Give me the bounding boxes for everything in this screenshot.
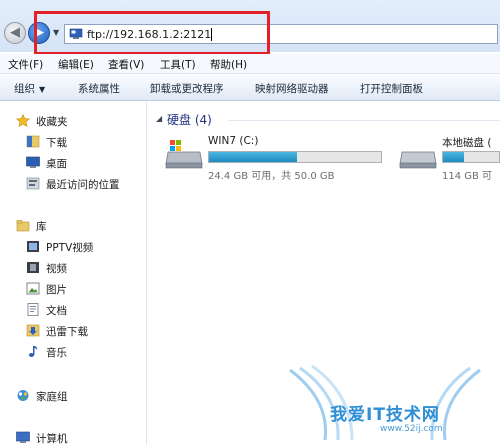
drive-usage-fill [443, 152, 465, 162]
organize-label: 组织 [14, 83, 35, 95]
nav-item-recent-places[interactable]: 最近访问的位置 [0, 175, 146, 193]
annotation-highlight-box [34, 11, 270, 55]
recent-places-icon [26, 177, 40, 190]
drive-local[interactable]: 本地磁盘 ( 114 GB 可 [398, 132, 500, 182]
nav-item-videos[interactable]: 视频 [0, 259, 146, 277]
nav-item-pictures[interactable]: 图片 [0, 280, 146, 298]
chevron-down-icon: ▼ [39, 85, 46, 94]
nav-label: 库 [36, 221, 47, 233]
nav-label: 最近访问的位置 [46, 179, 120, 191]
star-icon [16, 114, 30, 127]
nav-label: PPTV视频 [46, 242, 94, 254]
nav-label: 下载 [46, 137, 67, 149]
open-control-panel-button[interactable]: 打开控制面板 [360, 81, 423, 96]
desktop-icon [26, 156, 40, 168]
menu-view[interactable]: 查看(V) [108, 57, 144, 72]
group-title: 硬盘 (4) [167, 113, 212, 127]
toolbar: 组织 ▼ 系统属性 卸载或更改程序 映射网络驱动器 打开控制面板 [0, 75, 500, 101]
map-network-drive-button[interactable]: 映射网络驱动器 [255, 81, 329, 96]
document-icon [27, 303, 39, 316]
watermark-url: www.52ij.com [380, 424, 443, 434]
nav-label: 图片 [46, 284, 67, 296]
nav-label: 家庭组 [36, 391, 68, 403]
downloads-folder-icon [26, 135, 40, 148]
menu-edit[interactable]: 编辑(E) [58, 57, 94, 72]
drive-name: 本地磁盘 ( [442, 137, 492, 149]
nav-item-libraries[interactable]: 库 [0, 217, 146, 235]
site-watermark: 我爱IT技术网 www.52ij.com [270, 360, 500, 445]
picture-icon [26, 282, 40, 295]
drive-free-space: 114 GB 可 [442, 171, 493, 182]
menu-tools[interactable]: 工具(T) [160, 57, 196, 72]
nav-item-thunder[interactable]: 迅雷下载 [0, 322, 146, 340]
drive-usage-bar [208, 151, 382, 163]
nav-label: 桌面 [46, 158, 67, 170]
video-library-icon [27, 241, 39, 252]
nav-label: 文档 [46, 305, 67, 317]
nav-item-downloads[interactable]: 下载 [0, 133, 146, 151]
nav-item-favorites[interactable]: 收藏夹 [0, 112, 146, 130]
nav-label: 视频 [46, 263, 67, 275]
nav-label: 音乐 [46, 347, 67, 359]
hard-drive-icon [399, 151, 437, 169]
back-button[interactable]: ◀ [4, 22, 26, 44]
music-note-icon [29, 346, 38, 357]
windows-drive-icon [165, 140, 203, 169]
address-row: ◀ ▶ ▼ ftp://192.168.1.2:2121 [0, 0, 500, 55]
back-arrow-icon: ◀ [10, 25, 20, 40]
drive-usage-fill [209, 152, 297, 162]
nav-item-documents[interactable]: 文档 [0, 301, 146, 319]
nav-item-desktop[interactable]: 桌面 [0, 154, 146, 172]
drive-name: WIN7 (C:) [208, 135, 259, 147]
download-folder-icon [26, 324, 40, 337]
nav-label: 计算机 [36, 433, 68, 445]
nav-item-computer[interactable]: 计算机 [0, 429, 146, 445]
nav-item-music[interactable]: 音乐 [0, 343, 146, 361]
computer-icon [16, 431, 30, 443]
nav-item-pptv[interactable]: PPTV视频 [0, 238, 146, 256]
library-icon [16, 220, 30, 232]
menu-help[interactable]: 帮助(H) [210, 57, 247, 72]
collapse-triangle-icon[interactable]: ◢ [156, 114, 162, 123]
nav-item-homegroup[interactable]: 家庭组 [0, 387, 146, 405]
organize-button[interactable]: 组织 ▼ [14, 81, 45, 96]
watermark-text: 我爱IT技术网 [330, 405, 440, 425]
nav-label: 收藏夹 [36, 116, 68, 128]
system-properties-button[interactable]: 系统属性 [78, 81, 120, 96]
nav-label: 迅雷下载 [46, 326, 88, 338]
drive-free-space: 24.4 GB 可用，共 50.0 GB [208, 171, 335, 182]
menu-bar: 文件(F) 编辑(E) 查看(V) 工具(T) 帮助(H) [0, 54, 500, 74]
menu-file[interactable]: 文件(F) [8, 57, 43, 72]
drive-c[interactable]: WIN7 (C:) 24.4 GB 可用，共 50.0 GB [164, 132, 394, 182]
homegroup-icon [17, 390, 29, 401]
navigation-pane: 收藏夹 下载 桌面 最近访问的位置 库 PPTV视频 视频 图片 文档 迅雷下载… [0, 102, 147, 445]
film-icon [27, 262, 39, 273]
drive-usage-bar [442, 151, 500, 163]
group-divider [228, 120, 500, 121]
uninstall-program-button[interactable]: 卸载或更改程序 [150, 81, 224, 96]
